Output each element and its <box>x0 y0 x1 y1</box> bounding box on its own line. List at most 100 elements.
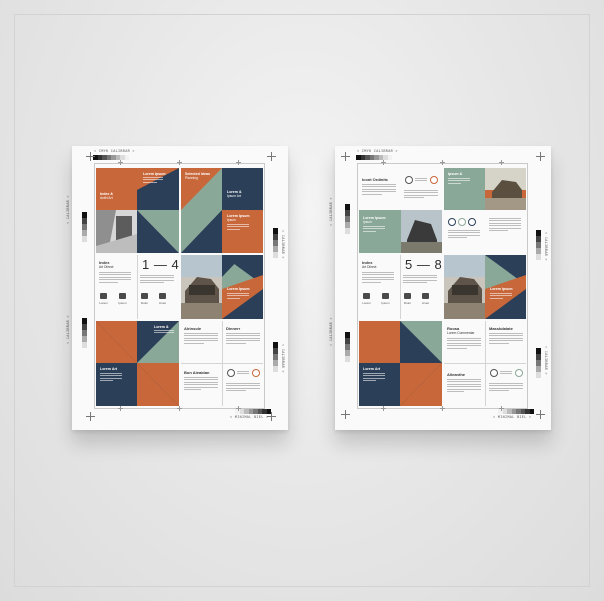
index-subtitle: Art Diirect <box>362 265 377 269</box>
body-text-placeholder <box>362 184 396 196</box>
spread-photo-panel: Lorem Ipsum <box>444 255 526 319</box>
home-icon <box>159 293 166 299</box>
register-mark-icon <box>118 160 123 165</box>
side-calibration-label: < CALIBRAR > <box>280 230 284 259</box>
body-text-placeholder <box>143 177 163 184</box>
panel-title: Lorem Ipsum <box>227 287 250 291</box>
body-text-placeholder <box>184 333 218 345</box>
page-range-number: 5 — 8 <box>405 257 442 272</box>
badge-icon <box>468 218 476 226</box>
body-text-placeholder <box>447 338 481 350</box>
register-mark-icon <box>236 406 241 411</box>
crop-mark-icon <box>341 410 350 419</box>
panel-title: Lorem Art <box>100 367 118 371</box>
crop-mark-icon <box>267 152 276 161</box>
panel-subtitle: Lorem Commentar <box>447 331 475 335</box>
panel-subtitle: Ipsum <box>363 220 372 224</box>
register-mark-icon <box>499 160 504 165</box>
icon-caption: Dolor <box>140 301 149 305</box>
body-text-placeholder <box>448 178 470 185</box>
panel-subtitle: Planning <box>185 176 198 180</box>
spread-1-4-cover: Index & Antlrt Art Lorem Ipsum <box>96 168 179 253</box>
grid-divider <box>222 321 223 406</box>
crop-mark-icon <box>86 152 95 161</box>
body-text-placeholder <box>363 373 385 383</box>
panel-title: Lorem & <box>154 325 169 329</box>
body-text-placeholder <box>362 272 394 284</box>
chart-icon <box>141 293 148 299</box>
body-text-placeholder <box>404 190 438 200</box>
side-calibration-label: < CALIBRAR > <box>67 195 71 224</box>
grayscale-color-bar <box>536 348 541 378</box>
body-text-placeholder <box>447 379 481 393</box>
grayscale-color-bar <box>93 155 129 160</box>
panel-title: Masskdalate <box>489 326 513 331</box>
panel-title: Lorem Art <box>363 367 381 371</box>
grayscale-color-bar <box>345 204 350 234</box>
body-text-placeholder <box>100 373 122 383</box>
register-mark-icon <box>381 406 386 411</box>
side-calibration-label: < CALIBRAR > <box>543 346 547 375</box>
bottom-calibration-label: < MINIMAL BIEL > <box>230 416 269 420</box>
side-calibration-label: < CALIBRAR > <box>280 344 284 373</box>
icon-caption: Ipsum <box>381 301 390 305</box>
grid-icon <box>382 293 389 299</box>
bottom-calibration-label: < MINIMAL BIEL > <box>493 416 532 420</box>
register-mark-icon <box>440 406 445 411</box>
grayscale-color-bar <box>345 332 350 362</box>
spread-photo-panel: Lorem Ipsum <box>181 255 263 319</box>
icon-caption: Ipsum <box>118 301 127 305</box>
badge-icon <box>405 176 413 184</box>
spread-geometric-panel: Lorem Art <box>359 321 442 406</box>
side-calibration-label: < CALIBRAR > <box>330 197 334 226</box>
badge-icon <box>515 369 523 377</box>
register-mark-icon <box>177 406 182 411</box>
icon-caption: Amet <box>421 301 429 305</box>
body-text-placeholder <box>415 178 427 183</box>
index-subtitle: Art Diirect <box>99 265 114 269</box>
grayscale-color-bar <box>273 228 278 258</box>
body-text-placeholder <box>227 293 249 300</box>
grayscale-color-bar <box>273 342 278 372</box>
grid-icon <box>119 293 126 299</box>
cmyk-calibration-label: < CMYK CALIBRAR > <box>357 150 398 154</box>
register-mark-icon <box>177 160 182 165</box>
panel-title: Lorem Ipsum <box>490 287 513 291</box>
panel-subtitle: Ipsum Art <box>227 194 241 198</box>
body-text-placeholder <box>489 218 521 232</box>
building-icon <box>100 293 107 299</box>
body-text-placeholder <box>403 275 437 285</box>
home-icon <box>422 293 429 299</box>
mockup-sheet-right: < CMYK CALIBRAR > < CALIBRAR > < CALIBRA… <box>330 146 551 430</box>
body-text-placeholder <box>489 333 523 345</box>
grayscale-color-bar <box>356 155 392 160</box>
body-text-placeholder <box>363 226 385 233</box>
grayscale-color-bar <box>536 230 541 260</box>
register-mark-icon <box>499 406 504 411</box>
body-text-placeholder <box>500 371 512 376</box>
panel-title: Bon Aleaidan <box>184 370 210 375</box>
cmyk-calibration-label: < CMYK CALIBRAR > <box>94 150 135 154</box>
register-mark-icon <box>440 160 445 165</box>
building-icon <box>363 293 370 299</box>
spread-architecture-panel: Selected Ideas Planning Lorem & Ipsum Ar… <box>181 168 263 253</box>
body-text-placeholder <box>226 383 260 393</box>
body-text-placeholder <box>227 224 249 231</box>
badge-icon <box>430 176 438 184</box>
spread-5-8-intro: Icont Ordinitc Lorem Ipsum Ipsum <box>359 168 442 253</box>
crop-mark-icon <box>86 412 95 421</box>
body-text-placeholder <box>448 230 480 240</box>
badge-icon <box>458 218 466 226</box>
grid-divider <box>485 321 486 406</box>
register-mark-icon <box>381 160 386 165</box>
panel-title: Dinnerr <box>226 326 241 331</box>
body-text-placeholder <box>237 371 249 376</box>
panel-title: Alrinsole <box>184 326 202 331</box>
spread-photo-panel: Ipsum & <box>444 168 526 253</box>
grid-divider <box>137 255 138 319</box>
badge-icon <box>252 369 260 377</box>
body-text-placeholder <box>226 333 260 345</box>
mockup-sheet-left: < CMYK CALIBRAR > < CALIBRAR > < CALIBRA… <box>67 146 288 430</box>
spread-geometric-panel: Lorem & Lorem Art <box>96 321 179 406</box>
panel-title: Ipsum & <box>448 172 463 176</box>
